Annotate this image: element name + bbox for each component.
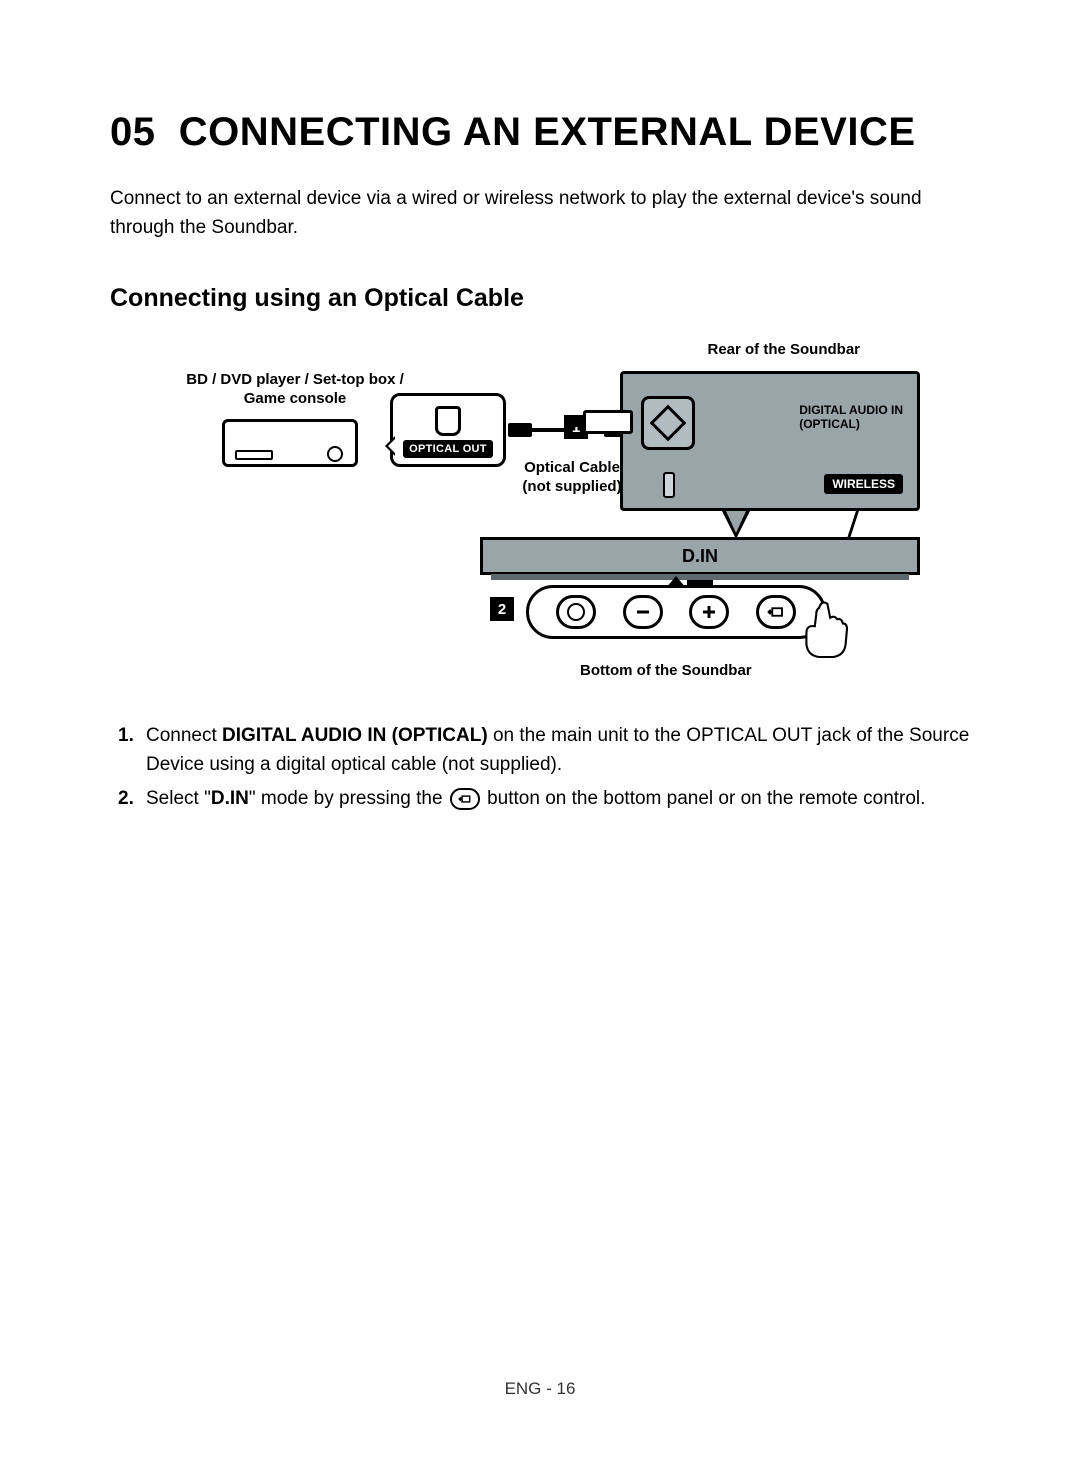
display-text: D.IN (682, 546, 718, 567)
label-source-device: BD / DVD player / Set-top box / Game con… (180, 371, 410, 409)
instruction-list: Connect DIGITAL AUDIO IN (OPTICAL) on th… (110, 721, 970, 813)
soundbar-rear-panel: DIGITAL AUDIO IN (OPTICAL) WIRELESS (620, 371, 920, 511)
callout-tail-icon (722, 511, 750, 539)
page-footer: ENG - 16 (0, 1379, 1080, 1399)
power-button-icon (556, 595, 596, 629)
step-marker-2: 2 (490, 597, 514, 621)
label-bottom-soundbar: Bottom of the Soundbar (580, 662, 752, 681)
cable-connector-icon (583, 410, 633, 434)
optical-cable-label: Optical Cable (not supplied) (512, 459, 632, 497)
chapter-number: 05 (110, 110, 156, 154)
instruction-step: Connect DIGITAL AUDIO IN (OPTICAL) on th… (146, 721, 970, 780)
label-rear-soundbar: Rear of the Soundbar (707, 341, 860, 360)
source-button-icon (450, 788, 480, 810)
digital-audio-in-port (641, 396, 695, 450)
volume-up-button-icon (689, 595, 729, 629)
soundbar-bottom-controls (526, 585, 826, 639)
wireless-label: WIRELESS (824, 474, 903, 494)
aux-port-icon (663, 472, 675, 498)
section-title: Connecting using an Optical Cable (110, 284, 970, 313)
connection-diagram: Rear of the Soundbar BD / DVD player / S… (160, 341, 920, 681)
display-strip: D.IN (480, 537, 920, 575)
optical-out-callout: OPTICAL OUT (390, 393, 506, 467)
port-label: DIGITAL AUDIO IN (OPTICAL) (799, 404, 903, 432)
chapter-title: 05 CONNECTING AN EXTERNAL DEVICE (110, 110, 970, 155)
source-device-illustration (222, 419, 358, 467)
chapter-name: CONNECTING AN EXTERNAL DEVICE (179, 110, 916, 154)
volume-down-button-icon (623, 595, 663, 629)
intro-text: Connect to an external device via a wire… (110, 185, 970, 242)
optical-out-label: OPTICAL OUT (403, 440, 493, 458)
optical-plug-icon (435, 406, 461, 436)
instruction-step: Select "D.IN" mode by pressing the butto… (146, 784, 970, 813)
pointing-hand-icon (791, 594, 861, 664)
